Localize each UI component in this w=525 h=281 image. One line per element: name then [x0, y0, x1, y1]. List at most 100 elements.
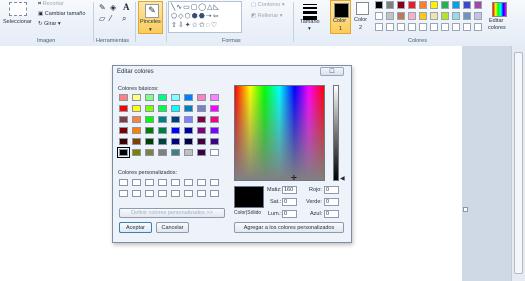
basic-color-swatch[interactable]	[197, 105, 206, 112]
color-spectrum[interactable]	[234, 85, 325, 181]
palette-swatch[interactable]	[386, 1, 394, 9]
hue-field[interactable]: 160	[282, 186, 297, 194]
palette-swatch[interactable]	[408, 12, 416, 20]
palette-empty-swatch[interactable]	[463, 23, 471, 31]
rotate-button[interactable]: ↻ Girar ▾	[38, 21, 61, 27]
basic-color-swatch[interactable]	[132, 94, 141, 101]
luminosity-slider[interactable]	[333, 85, 339, 181]
basic-color-swatch[interactable]	[171, 138, 180, 145]
brushes-button[interactable]: ✎ Pinceles ▾	[138, 1, 163, 34]
custom-color-swatch[interactable]	[145, 190, 154, 197]
palette-empty-swatch[interactable]	[441, 23, 449, 31]
palette-swatch[interactable]	[419, 12, 427, 20]
palette-swatch[interactable]	[463, 12, 471, 20]
basic-color-swatch[interactable]	[145, 138, 154, 145]
scroll-thumb[interactable]	[514, 52, 523, 274]
basic-color-swatch[interactable]	[210, 105, 219, 112]
color-picker-icon[interactable]: ⁄	[110, 14, 111, 23]
palette-swatch[interactable]	[430, 12, 438, 20]
sat-field[interactable]: 0	[282, 198, 297, 206]
spectrum-crosshair[interactable]: ✛	[291, 175, 297, 182]
color2-button[interactable]: Color 2	[353, 0, 372, 34]
lum-field[interactable]: 0	[282, 210, 297, 218]
custom-color-swatch[interactable]	[184, 190, 193, 197]
custom-color-swatch[interactable]	[145, 179, 154, 186]
blue-field[interactable]: 0	[324, 210, 339, 218]
palette-swatch[interactable]	[397, 12, 405, 20]
basic-color-swatch[interactable]	[197, 138, 206, 145]
basic-color-swatch[interactable]	[184, 94, 193, 101]
outline-button[interactable]: ▢ Contorno ▾	[251, 2, 285, 8]
palette-empty-swatch[interactable]	[419, 23, 427, 31]
basic-color-swatch[interactable]	[145, 127, 154, 134]
add-custom-colors-button[interactable]: Agregar a los colores personalizados	[234, 222, 344, 233]
basic-color-swatch[interactable]	[184, 127, 193, 134]
custom-color-swatch[interactable]	[210, 190, 219, 197]
basic-color-swatch[interactable]	[132, 127, 141, 134]
basic-color-swatch[interactable]	[145, 105, 154, 112]
basic-color-swatch[interactable]	[132, 149, 141, 156]
basic-color-swatch[interactable]	[158, 127, 167, 134]
basic-color-swatch[interactable]	[119, 138, 128, 145]
canvas-resize-handle[interactable]	[463, 207, 468, 212]
luminosity-arrow-icon[interactable]: ◀	[340, 176, 345, 182]
basic-color-swatch[interactable]	[119, 105, 128, 112]
basic-color-swatch[interactable]	[171, 127, 180, 134]
basic-color-swatch[interactable]	[184, 149, 193, 156]
resize-button[interactable]: ▣ Cambiar tamaño	[38, 11, 85, 17]
custom-color-swatch[interactable]	[171, 179, 180, 186]
close-button[interactable]: ☐	[320, 67, 344, 76]
basic-color-swatch[interactable]	[197, 127, 206, 134]
custom-color-swatch[interactable]	[132, 179, 141, 186]
basic-color-swatch[interactable]	[197, 94, 206, 101]
custom-color-swatch[interactable]	[184, 179, 193, 186]
custom-color-swatch[interactable]	[119, 179, 128, 186]
basic-color-swatch[interactable]	[132, 116, 141, 123]
basic-color-swatch[interactable]	[210, 116, 219, 123]
red-field[interactable]: 0	[324, 186, 339, 194]
basic-color-swatch[interactable]	[158, 138, 167, 145]
custom-color-swatch[interactable]	[119, 190, 128, 197]
custom-color-swatch[interactable]	[197, 179, 206, 186]
palette-empty-swatch[interactable]	[397, 23, 405, 31]
basic-color-swatch[interactable]	[210, 94, 219, 101]
crop-button[interactable]: ⌗ Recortar	[38, 1, 64, 8]
palette-swatch[interactable]	[452, 1, 460, 9]
select-icon[interactable]	[9, 2, 27, 16]
select-button[interactable]: Seleccionar	[3, 19, 32, 25]
vertical-scrollbar[interactable]	[511, 46, 525, 281]
basic-color-swatch[interactable]	[197, 149, 206, 156]
custom-color-swatch[interactable]	[197, 190, 206, 197]
basic-color-swatch[interactable]	[210, 149, 219, 156]
green-field[interactable]: 0	[324, 198, 339, 206]
pencil-icon[interactable]: ✎	[99, 3, 106, 12]
eraser-icon[interactable]: ▱	[99, 14, 105, 23]
palette-empty-swatch[interactable]	[408, 23, 416, 31]
palette-swatch[interactable]	[441, 1, 449, 9]
basic-color-swatch[interactable]	[171, 105, 180, 112]
basic-color-swatch[interactable]	[158, 105, 167, 112]
basic-color-swatch[interactable]	[158, 94, 167, 101]
palette-swatch[interactable]	[375, 1, 383, 9]
palette-empty-swatch[interactable]	[430, 23, 438, 31]
custom-color-swatch[interactable]	[158, 190, 167, 197]
shapes-gallery[interactable]: ╲∿▭▢◯△◺ ⬠◇⬡⬢⬣➝⇦ ⇧⇩✦☆✩◌♡	[168, 1, 242, 33]
basic-color-swatch[interactable]	[117, 147, 130, 158]
basic-color-swatch[interactable]	[171, 116, 180, 123]
palette-swatch[interactable]	[375, 12, 383, 20]
basic-color-swatch[interactable]	[184, 138, 193, 145]
basic-color-swatch[interactable]	[119, 127, 128, 134]
basic-color-swatch[interactable]	[210, 127, 219, 134]
basic-color-swatch[interactable]	[145, 94, 154, 101]
palette-swatch[interactable]	[408, 1, 416, 9]
edit-colors-button[interactable]: Editar colores	[487, 0, 511, 34]
custom-color-swatch[interactable]	[171, 190, 180, 197]
custom-color-swatch[interactable]	[158, 179, 167, 186]
basic-color-swatch[interactable]	[119, 94, 128, 101]
ok-button[interactable]: Aceptar	[119, 222, 152, 233]
palette-swatch[interactable]	[463, 1, 471, 9]
palette-swatch[interactable]	[441, 12, 449, 20]
fill-button[interactable]: ◩ Rellenar ▾	[251, 13, 283, 19]
basic-color-swatch[interactable]	[171, 94, 180, 101]
basic-color-swatch[interactable]	[184, 116, 193, 123]
